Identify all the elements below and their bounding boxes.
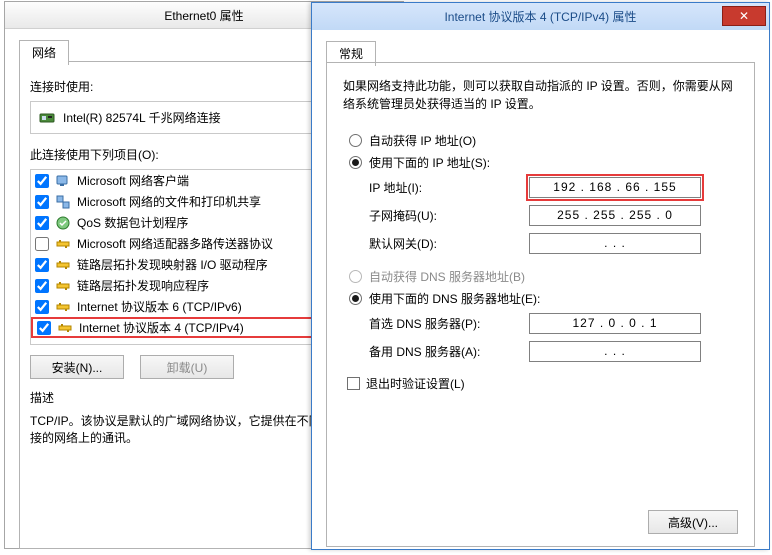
component-label: 链路层拓扑发现映射器 I/O 驱动程序 (77, 256, 268, 273)
radio-auto-ip-label: 自动获得 IP 地址(O) (369, 132, 476, 149)
component-label: Microsoft 网络客户端 (77, 172, 189, 189)
component-checkbox[interactable] (35, 300, 49, 314)
advanced-button[interactable]: 高级(V)... (648, 510, 738, 534)
checkbox-icon (347, 377, 360, 390)
component-label: Internet 协议版本 4 (TCP/IPv4) (79, 319, 244, 336)
tab-panel-general: 如果网络支持此功能，则可以获取自动指派的 IP 设置。否则，你需要从网络系统管理… (326, 62, 755, 547)
radio-use-dns[interactable]: 使用下面的 DNS 服务器地址(E): (343, 287, 738, 309)
component-checkbox[interactable] (35, 237, 49, 251)
ip-address-input[interactable]: 192 . 168 . 66 . 155 (529, 177, 701, 198)
ipv4-title: Internet 协议版本 4 (TCP/IPv4) 属性 (312, 8, 769, 25)
adapter-name: Intel(R) 82574L 千兆网络连接 (63, 109, 221, 126)
ipv4-titlebar[interactable]: Internet 协议版本 4 (TCP/IPv4) 属性 ✕ (312, 3, 769, 30)
ip-address-row: IP 地址(I): 192 . 168 . 66 . 155 (343, 173, 738, 201)
radio-auto-ip[interactable]: 自动获得 IP 地址(O) (343, 129, 738, 151)
client-icon (55, 173, 71, 189)
radio-use-ip-label: 使用下面的 IP 地址(S): (369, 154, 490, 171)
component-checkbox[interactable] (35, 174, 49, 188)
gateway-input[interactable]: . . . (529, 233, 701, 254)
intro-text: 如果网络支持此功能，则可以获取自动指派的 IP 设置。否则，你需要从网络系统管理… (343, 77, 738, 113)
radio-icon (349, 270, 362, 283)
dns2-label: 备用 DNS 服务器(A): (369, 343, 529, 360)
tab-network[interactable]: 网络 (19, 40, 69, 65)
component-checkbox[interactable] (35, 195, 49, 209)
gateway-row: 默认网关(D): . . . (343, 229, 738, 257)
component-label: Microsoft 网络适配器多路传送器协议 (77, 235, 273, 252)
component-label: 链路层拓扑发现响应程序 (77, 277, 209, 294)
radio-auto-dns: 自动获得 DNS 服务器地址(B) (343, 265, 738, 287)
proto-icon (55, 236, 71, 252)
validate-on-exit-row[interactable]: 退出时验证设置(L) (343, 375, 738, 392)
component-label: QoS 数据包计划程序 (77, 214, 188, 231)
ip-address-label: IP 地址(I): (369, 179, 529, 196)
radio-icon (349, 292, 362, 305)
proto-icon (55, 257, 71, 273)
component-checkbox[interactable] (37, 321, 51, 335)
radio-use-ip[interactable]: 使用下面的 IP 地址(S): (343, 151, 738, 173)
dns1-row: 首选 DNS 服务器(P): 127 . 0 . 0 . 1 (343, 309, 738, 337)
proto-icon (57, 320, 73, 336)
subnet-mask-label: 子网掩码(U): (369, 207, 529, 224)
nic-icon (39, 110, 55, 126)
component-label: Internet 协议版本 6 (TCP/IPv6) (77, 298, 242, 315)
dns2-input[interactable]: . . . (529, 341, 701, 362)
component-checkbox[interactable] (35, 279, 49, 293)
service-icon (55, 194, 71, 210)
dns2-row: 备用 DNS 服务器(A): . . . (343, 337, 738, 365)
ethernet-title: Ethernet0 属性 (164, 7, 243, 24)
ipv4-properties-window: Internet 协议版本 4 (TCP/IPv4) 属性 ✕ 常规 如果网络支… (311, 2, 770, 550)
uninstall-button[interactable]: 卸载(U) (140, 355, 234, 379)
radio-icon (349, 134, 362, 147)
proto-icon (55, 278, 71, 294)
subnet-mask-row: 子网掩码(U): 255 . 255 . 255 . 0 (343, 201, 738, 229)
radio-use-dns-label: 使用下面的 DNS 服务器地址(E): (369, 290, 540, 307)
radio-icon (349, 156, 362, 169)
install-button[interactable]: 安装(N)... (30, 355, 124, 379)
dns1-input[interactable]: 127 . 0 . 0 . 1 (529, 313, 701, 334)
tab-strip-ipv4: 常规 (326, 40, 755, 62)
validate-on-exit-label: 退出时验证设置(L) (366, 375, 465, 392)
close-icon: ✕ (739, 10, 749, 22)
subnet-mask-input[interactable]: 255 . 255 . 255 . 0 (529, 205, 701, 226)
component-checkbox[interactable] (35, 258, 49, 272)
dns1-label: 首选 DNS 服务器(P): (369, 315, 529, 332)
proto-icon (55, 299, 71, 315)
component-checkbox[interactable] (35, 216, 49, 230)
radio-auto-dns-label: 自动获得 DNS 服务器地址(B) (369, 268, 525, 285)
close-button[interactable]: ✕ (722, 6, 766, 26)
component-label: Microsoft 网络的文件和打印机共享 (77, 193, 261, 210)
qos-icon (55, 215, 71, 231)
gateway-label: 默认网关(D): (369, 235, 529, 252)
